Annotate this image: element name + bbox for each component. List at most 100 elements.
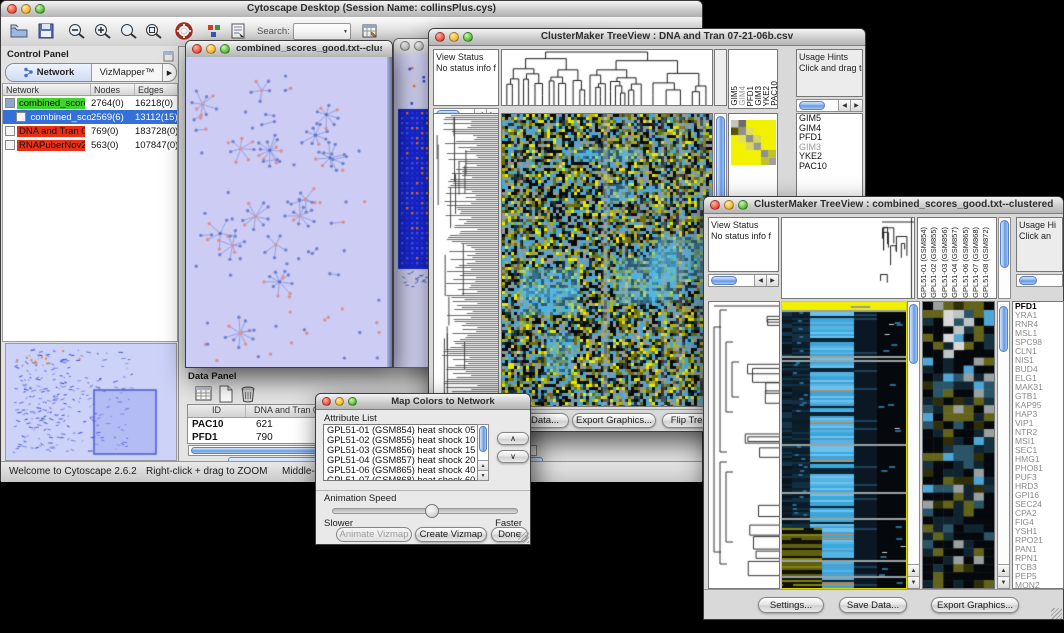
zoom-icon[interactable] (738, 200, 748, 210)
global-heatmap-canvas[interactable] (502, 114, 712, 406)
column-label[interactable]: GPL51-06 (GSM865) (962, 227, 972, 298)
attribute-list-item[interactable]: GPL51-04 (GSM857) heat shock 20 min (324, 455, 488, 465)
zoom-heatmap-canvas[interactable] (923, 302, 994, 588)
attribute-list-item[interactable]: GPL51-07 (GSM868) heat shock 60 min (324, 475, 488, 481)
tab-network[interactable]: Network (6, 64, 92, 81)
col-nodes[interactable]: Nodes (91, 84, 135, 95)
gene-label[interactable]: PEP5 (1013, 572, 1063, 581)
zoom-fit-icon[interactable] (119, 22, 139, 45)
gene-label[interactable]: RNR4 (1013, 320, 1063, 329)
gene-label[interactable]: GTB1 (1013, 392, 1063, 401)
zoom-selected-icon[interactable] (144, 22, 164, 45)
zoom-in-icon[interactable] (93, 22, 113, 45)
gene-label[interactable]: TCB3 (1013, 563, 1063, 572)
gene-label[interactable]: RPO21 (1013, 536, 1063, 545)
gene-label[interactable]: MON2 (1013, 581, 1063, 589)
row-dendrogram-canvas[interactable] (434, 114, 498, 406)
gene-label[interactable]: CPA2 (1013, 509, 1063, 518)
gene-label[interactable]: SPC98 (1013, 338, 1063, 347)
close-icon[interactable] (400, 41, 410, 51)
minimize-icon[interactable] (449, 32, 459, 42)
gene-label[interactable]: MAK31 (1013, 383, 1063, 392)
gene-label[interactable]: PAN1 (1013, 545, 1063, 554)
scroll-up-icon[interactable]: ▲ (908, 564, 919, 576)
network-table-row[interactable]: combined_sco 2569(6) 13112(15) (3, 110, 177, 124)
network-table-row[interactable]: DNA and Tran 07 769(0) 183728(0) (3, 124, 177, 138)
column-label[interactable]: GPL51-02 (GSM855) (930, 227, 940, 298)
network-table-row[interactable]: RNAPuberNov2+| 563(0) 107847(0) (3, 138, 177, 152)
close-icon[interactable] (435, 32, 445, 42)
attribute-list-vscrollbar[interactable]: ▲ ▼ (477, 424, 489, 481)
minimize-icon[interactable] (206, 44, 216, 54)
animate-vizmap-button[interactable]: Animate Vizmap (336, 527, 412, 542)
column-label[interactable]: PAC10 (771, 81, 778, 106)
network-window-edge-scrollbar[interactable] (387, 57, 392, 367)
scroll-down-icon[interactable]: ▼ (478, 470, 488, 480)
gene-label[interactable]: PHO81 (1013, 464, 1063, 473)
minimize-icon[interactable] (414, 41, 424, 51)
network-overview-birdseye[interactable] (5, 343, 177, 461)
gene-label[interactable]: YSH1 (1013, 527, 1063, 536)
resize-grip[interactable] (1051, 608, 1062, 619)
move-down-button[interactable]: ∨ (497, 450, 529, 463)
gene-label[interactable]: BUD4 (1013, 365, 1063, 374)
network-table-row[interactable]: combined_scores 2764(0) 16218(0) (3, 96, 177, 110)
tab-vizmapper[interactable]: VizMapper™ (92, 64, 162, 81)
gene-label[interactable]: HAP3 (1013, 410, 1063, 419)
treeview2-titlebar[interactable]: ClusterMaker TreeView : combined_scores_… (704, 197, 1063, 214)
slider-thumb[interactable] (425, 504, 439, 518)
tab-overflow-icon[interactable]: ▶ (162, 64, 176, 81)
scroll-right-icon[interactable]: ▶ (766, 275, 778, 286)
gene-label[interactable]: PFD1 (1013, 302, 1063, 311)
gene-label[interactable]: NTR2 (1013, 428, 1063, 437)
minimize-icon[interactable] (724, 200, 734, 210)
close-icon[interactable] (710, 200, 720, 210)
scroll-down-icon[interactable]: ▼ (908, 576, 919, 588)
scroll-down-icon[interactable]: ▼ (998, 576, 1009, 588)
gene-label[interactable]: NIS1 (1013, 356, 1063, 365)
column-dendrogram-canvas[interactable] (502, 50, 712, 105)
gene-label[interactable]: GPI16 (1013, 491, 1063, 500)
gene-label[interactable]: MSI1 (1013, 437, 1063, 446)
open-icon[interactable] (9, 22, 29, 45)
zoom-icon[interactable] (220, 44, 230, 54)
scroll-right-icon[interactable]: ▶ (850, 100, 862, 111)
row-label[interactable]: PAC10 (797, 162, 862, 172)
gene-label[interactable]: YRA1 (1013, 311, 1063, 320)
column-label[interactable]: GPL51-04 (GSM857) (951, 227, 961, 298)
minimize-icon[interactable] (335, 397, 344, 406)
gene-label[interactable]: RPN1 (1013, 554, 1063, 563)
resize-grip[interactable] (518, 532, 529, 543)
zoom-icon[interactable] (348, 397, 357, 406)
col-edges[interactable]: Edges (135, 84, 177, 95)
gene-label[interactable]: ELG1 (1013, 374, 1063, 383)
network-window-titlebar[interactable]: combined_scores_good.txt--cluste... (186, 41, 392, 58)
heatmap-vscrollbar[interactable]: ▲ ▼ (907, 301, 920, 589)
gene-label[interactable]: KAP95 (1013, 401, 1063, 410)
dialog-titlebar[interactable]: Map Colors to Network (316, 394, 530, 410)
export-graphics-button[interactable]: Export Graphics... (931, 597, 1019, 613)
scroll-left-icon[interactable]: ◀ (838, 100, 850, 111)
search-input[interactable]: ▼ (293, 23, 351, 40)
view-status-hscrollbar[interactable]: ◀ ▶ (708, 274, 779, 287)
close-icon[interactable] (7, 4, 17, 14)
usage-hints-hscrollbar[interactable] (1016, 274, 1063, 287)
create-vizmap-button[interactable]: Create Vizmap (415, 527, 487, 542)
scroll-left-icon[interactable]: ◀ (754, 275, 766, 286)
gene-label[interactable]: CLN1 (1013, 347, 1063, 356)
zoom-icon[interactable] (35, 4, 45, 14)
col-network[interactable]: Network (3, 84, 91, 95)
mini-heatmap-canvas[interactable] (731, 120, 776, 165)
animation-speed-slider[interactable] (332, 508, 518, 514)
gene-label[interactable]: VIP1 (1013, 419, 1063, 428)
gene-label[interactable]: SEC24 (1013, 500, 1063, 509)
gene-label[interactable]: SEC1 (1013, 446, 1063, 455)
save-data-button[interactable]: Save Data... (839, 597, 907, 613)
id-column-header[interactable]: ID (188, 405, 246, 417)
gene-label[interactable]: FIG4 (1013, 518, 1063, 527)
main-titlebar[interactable]: Cytoscape Desktop (Session Name: collins… (1, 1, 702, 18)
attribute-list[interactable]: GPL51-01 (GSM854) heat shock 05 minGPL51… (323, 424, 489, 481)
move-up-button[interactable]: ∧ (497, 432, 529, 445)
attribute-list-item[interactable]: GPL51-06 (GSM865) heat shock 40 min (324, 465, 488, 475)
zoom-out-icon[interactable] (67, 22, 87, 45)
